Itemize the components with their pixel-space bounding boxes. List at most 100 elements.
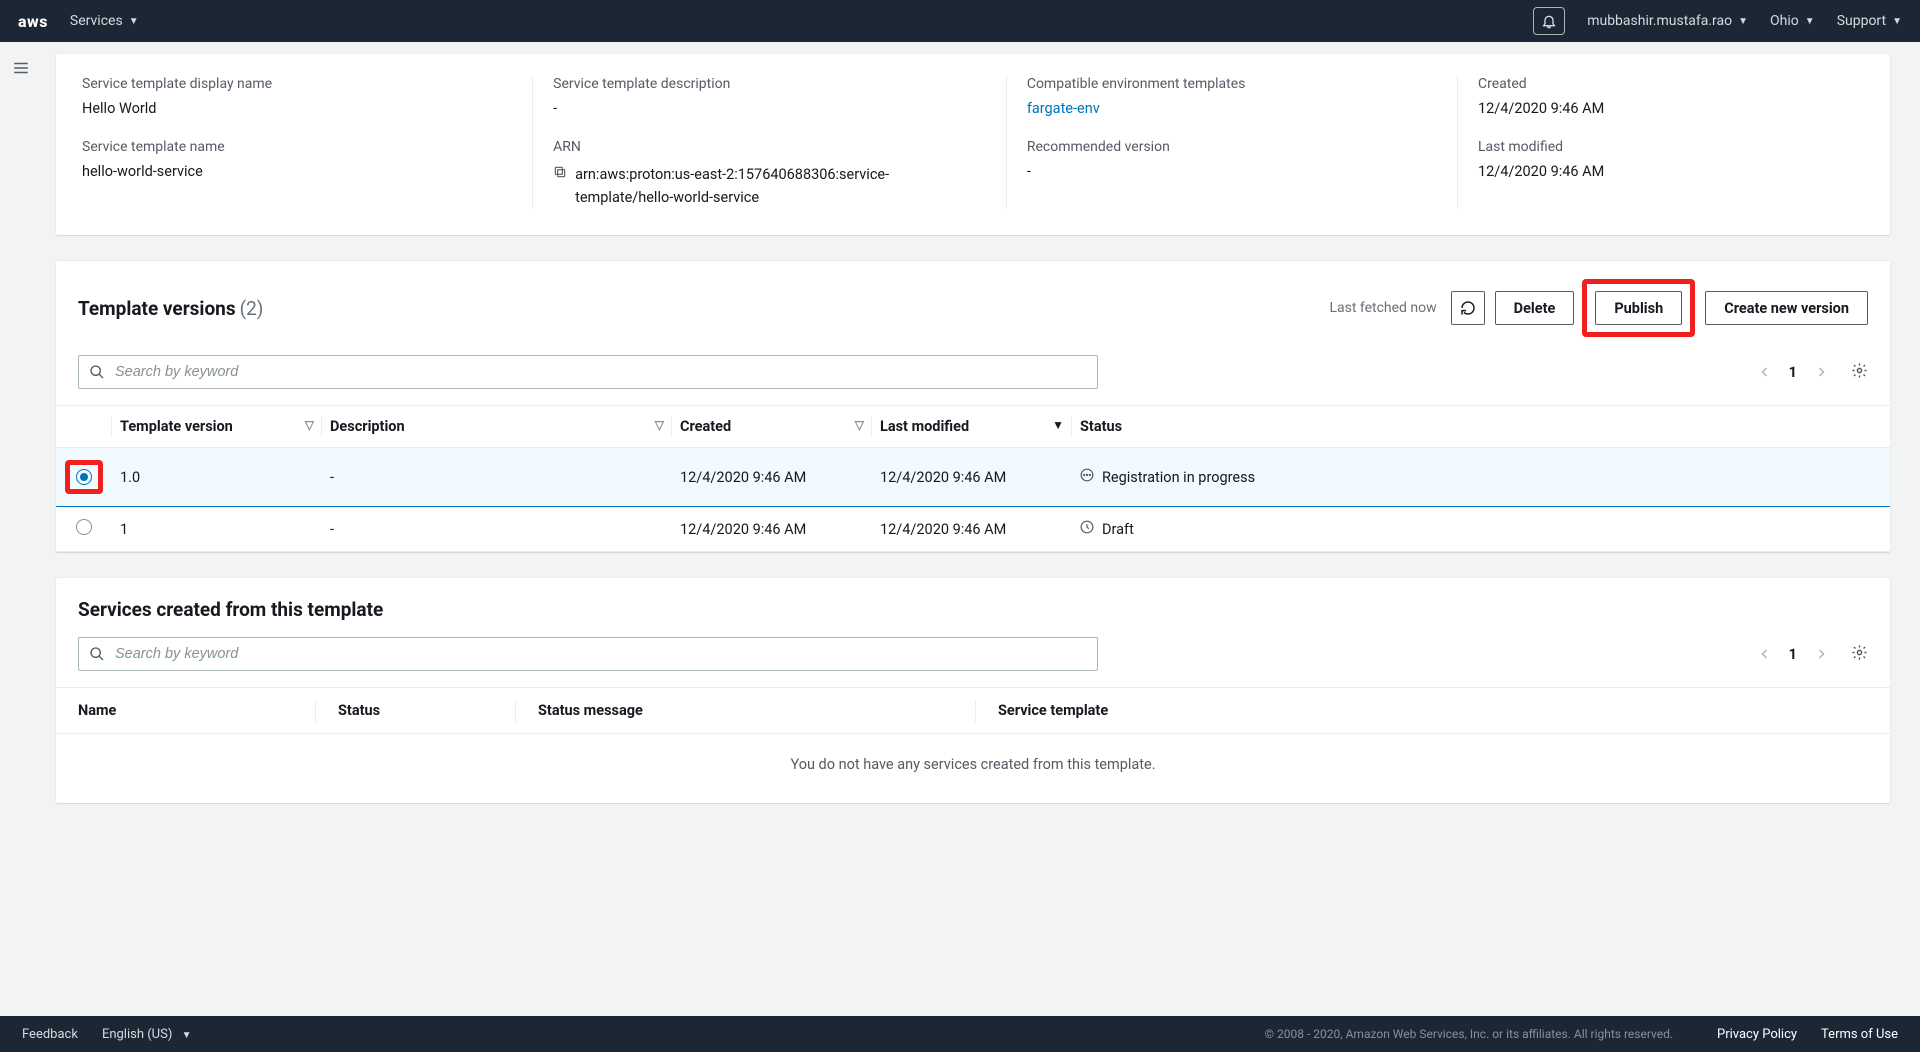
th-service-tpl[interactable]: Service template xyxy=(998,702,1108,719)
description-value: - xyxy=(553,100,986,117)
cell-modified: 12/4/2020 9:46 AM xyxy=(872,507,1072,552)
template-versions-panel: Template versions (2) Last fetched now D… xyxy=(56,261,1890,552)
recommended-label: Recommended version xyxy=(1027,139,1437,155)
search-icon xyxy=(89,646,105,662)
refresh-button[interactable] xyxy=(1451,291,1485,325)
description-label: Service template description xyxy=(553,76,986,92)
copy-arn-button[interactable] xyxy=(553,165,567,183)
modified-value: 12/4/2020 9:46 AM xyxy=(1478,163,1844,180)
display-name-label: Service template display name xyxy=(82,76,512,92)
versions-settings-button[interactable] xyxy=(1851,362,1868,383)
versions-pager: 1 xyxy=(1749,362,1868,383)
th-description[interactable]: Description xyxy=(330,418,405,435)
aws-logo[interactable]: aws xyxy=(18,12,48,31)
created-label: Created xyxy=(1478,76,1844,92)
versions-search-input[interactable] xyxy=(113,363,1087,381)
privacy-link[interactable]: Privacy Policy xyxy=(1717,1027,1797,1042)
support-label: Support xyxy=(1837,13,1886,29)
terms-link[interactable]: Terms of Use xyxy=(1821,1027,1898,1042)
th-created[interactable]: Created xyxy=(680,418,731,435)
caret-down-icon: ▼ xyxy=(1738,16,1748,27)
caret-down-icon: ▼ xyxy=(129,16,139,27)
side-toggle-bar xyxy=(0,45,42,81)
cell-description: - xyxy=(322,507,672,552)
search-icon xyxy=(89,364,105,380)
user-menu[interactable]: mubbashir.mustafa.rao ▼ xyxy=(1587,13,1748,29)
row-radio[interactable] xyxy=(76,519,92,535)
select-highlight xyxy=(65,460,103,494)
status-icon xyxy=(1080,468,1094,486)
cell-created: 12/4/2020 9:46 AM xyxy=(672,507,872,552)
services-settings-button[interactable] xyxy=(1851,644,1868,665)
cell-created: 12/4/2020 9:46 AM xyxy=(672,448,872,507)
services-next-page[interactable] xyxy=(1805,645,1837,664)
created-value: 12/4/2020 9:46 AM xyxy=(1478,100,1844,117)
cell-status: Draft xyxy=(1080,520,1882,538)
language-menu[interactable]: English (US) ▼ xyxy=(102,1027,192,1042)
arn-label: ARN xyxy=(553,139,986,155)
bell-icon xyxy=(1541,13,1557,29)
copy-icon xyxy=(553,165,567,179)
hamburger-button[interactable] xyxy=(12,59,30,81)
gear-icon xyxy=(1851,644,1868,661)
versions-page-number: 1 xyxy=(1781,364,1805,381)
services-search-input[interactable] xyxy=(113,645,1087,663)
arn-value: arn:aws:proton:us-east-2:157640688306:se… xyxy=(575,163,986,209)
recommended-value: - xyxy=(1027,163,1437,180)
services-prev-page[interactable] xyxy=(1749,645,1781,664)
last-fetched-text: Last fetched now xyxy=(1329,300,1436,316)
notifications-button[interactable] xyxy=(1533,7,1565,35)
top-nav: aws Services ▼ mubbashir.mustafa.rao ▼ O… xyxy=(0,0,1920,42)
versions-next-page[interactable] xyxy=(1805,363,1837,382)
table-row[interactable]: 1-12/4/2020 9:46 AM12/4/2020 9:46 AMDraf… xyxy=(56,507,1890,552)
caret-down-icon: ▼ xyxy=(1805,16,1815,27)
cell-version: 1 xyxy=(112,507,322,552)
versions-search[interactable] xyxy=(78,355,1098,389)
status-icon xyxy=(1080,520,1094,538)
publish-button[interactable]: Publish xyxy=(1595,291,1682,325)
versions-count: (2) xyxy=(240,297,264,320)
row-radio[interactable] xyxy=(76,469,92,485)
table-row[interactable]: 1.0-12/4/2020 9:46 AM12/4/2020 9:46 AMRe… xyxy=(56,448,1890,507)
modified-label: Last modified xyxy=(1478,139,1844,155)
versions-prev-page[interactable] xyxy=(1749,363,1781,382)
create-version-button[interactable]: Create new version xyxy=(1705,291,1868,325)
caret-down-icon: ▼ xyxy=(182,1030,192,1041)
services-table: Name Status Status message Service templ… xyxy=(56,687,1890,734)
template-name-label: Service template name xyxy=(82,139,512,155)
th-service-name[interactable]: Name xyxy=(78,702,116,719)
th-status[interactable]: Status xyxy=(1080,418,1122,435)
copyright-text: © 2008 - 2020, Amazon Web Services, Inc.… xyxy=(1265,1027,1673,1041)
services-pager: 1 xyxy=(1749,644,1868,665)
services-title: Services created from this template xyxy=(56,578,1890,637)
th-version[interactable]: Template version xyxy=(120,418,233,435)
feedback-link[interactable]: Feedback xyxy=(22,1027,78,1042)
services-menu[interactable]: Services ▼ xyxy=(70,13,139,29)
support-menu[interactable]: Support ▼ xyxy=(1837,13,1902,29)
caret-down-icon: ▼ xyxy=(1892,16,1902,27)
refresh-icon xyxy=(1460,300,1476,316)
delete-button[interactable]: Delete xyxy=(1495,291,1575,325)
cell-modified: 12/4/2020 9:46 AM xyxy=(872,448,1072,507)
th-modified[interactable]: Last modified xyxy=(880,418,969,435)
cell-description: - xyxy=(322,448,672,507)
details-panel: Service template display name Hello Worl… xyxy=(56,54,1890,235)
th-service-msg[interactable]: Status message xyxy=(538,702,643,719)
versions-title: Template versions xyxy=(78,297,236,320)
region-menu[interactable]: Ohio ▼ xyxy=(1770,13,1815,29)
chevron-right-icon xyxy=(1815,648,1827,660)
th-service-status[interactable]: Status xyxy=(338,702,380,719)
compat-label: Compatible environment templates xyxy=(1027,76,1437,92)
hamburger-icon xyxy=(12,59,30,77)
services-empty-message: You do not have any services created fro… xyxy=(56,734,1890,803)
services-search[interactable] xyxy=(78,637,1098,671)
cell-status: Registration in progress xyxy=(1080,468,1882,486)
user-label: mubbashir.mustafa.rao xyxy=(1587,13,1732,29)
cell-version: 1.0 xyxy=(112,448,322,507)
region-label: Ohio xyxy=(1770,13,1799,29)
services-page-number: 1 xyxy=(1781,646,1805,663)
compat-env-link[interactable]: fargate-env xyxy=(1027,100,1100,117)
chevron-left-icon xyxy=(1759,366,1771,378)
language-label: English (US) xyxy=(102,1027,172,1042)
services-panel: Services created from this template 1 xyxy=(56,578,1890,803)
